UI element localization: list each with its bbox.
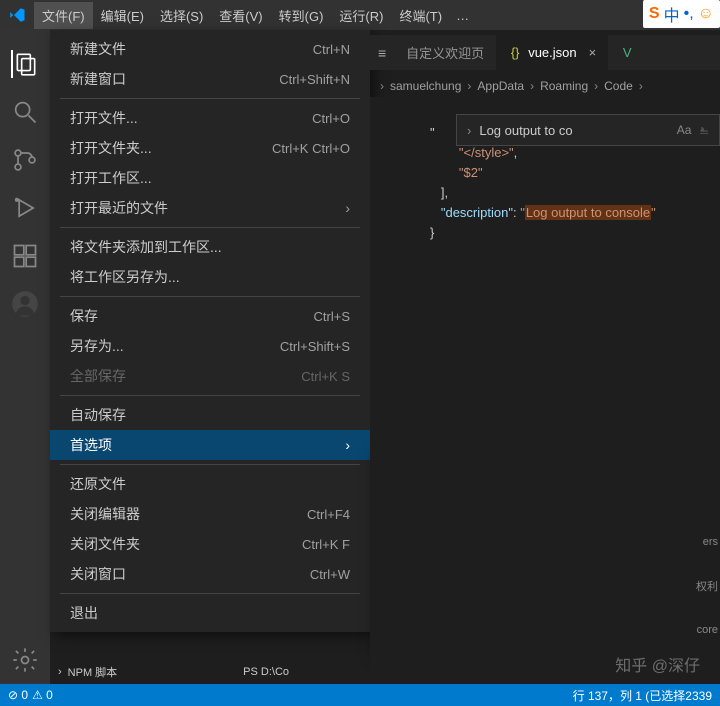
chevron-right-icon: › (345, 200, 350, 216)
menu-save-as[interactable]: 另存为...Ctrl+Shift+S (50, 331, 370, 361)
debug-icon[interactable] (11, 194, 39, 222)
menu-view[interactable]: 查看(V) (211, 2, 270, 29)
find-expand-icon[interactable]: › (463, 123, 475, 138)
menu-add-folder[interactable]: 将文件夹添加到工作区... (50, 232, 370, 262)
terminal-prompt: PS D:\Co (243, 666, 289, 678)
menu-file[interactable]: 文件(F) (34, 2, 93, 29)
tab-welcome[interactable]: 自定义欢迎页 (394, 35, 496, 70)
menu-new-file[interactable]: 新建文件Ctrl+N (50, 34, 370, 64)
vscode-logo (8, 6, 26, 24)
tab-vue[interactable]: V (608, 35, 646, 70)
menubar: 文件(F) 编辑(E) 选择(S) 查看(V) 转到(G) 运行(R) 终端(T… (34, 2, 450, 29)
side-text: ers 权利 core (696, 536, 720, 636)
ime-bar: S 中 •, ☺ (643, 0, 720, 28)
find-case-button[interactable]: Aa (673, 123, 696, 137)
chevron-right-icon: › (345, 437, 350, 453)
extensions-icon[interactable] (11, 242, 39, 270)
menu-new-window[interactable]: 新建窗口Ctrl+Shift+N (50, 64, 370, 94)
chevron-right-icon: › (463, 79, 475, 93)
menu-save-all[interactable]: 全部保存Ctrl+K S (50, 361, 370, 391)
status-bar: ⊘ 0 ⚠ 0 行 137，列 1 (已选择2339 (0, 684, 720, 706)
json-file-icon: {} (508, 45, 522, 60)
find-bar: › Log output to co Aa ⎁ (456, 114, 720, 146)
vue-file-icon: V (620, 45, 634, 60)
menu-separator (60, 395, 360, 396)
menu-edit[interactable]: 编辑(E) (93, 2, 152, 29)
menu-revert[interactable]: 还原文件 (50, 469, 370, 499)
explorer-icon[interactable] (11, 50, 39, 78)
activity-bar (0, 30, 50, 684)
menu-run[interactable]: 运行(R) (331, 2, 391, 29)
status-cursor-position[interactable]: 行 137，列 1 (已选择2339 (573, 687, 712, 704)
ime-smile-icon: ☺ (698, 5, 714, 23)
menu-preferences[interactable]: 首选项› (50, 430, 370, 460)
menu-select[interactable]: 选择(S) (152, 2, 211, 29)
menu-open-file[interactable]: 打开文件...Ctrl+O (50, 103, 370, 133)
chevron-right-icon: › (376, 79, 388, 93)
ime-dot-icon: •, (684, 5, 694, 23)
ime-s-icon: S (649, 5, 660, 23)
chevron-right-icon: › (58, 666, 62, 678)
menu-save-workspace-as[interactable]: 将工作区另存为... (50, 262, 370, 292)
watermark: 知乎 @深仔 (615, 652, 700, 676)
menu-open-workspace[interactable]: 打开工作区... (50, 163, 370, 193)
menu-open-recent[interactable]: 打开最近的文件› (50, 193, 370, 223)
menu-separator (60, 464, 360, 465)
menu-terminal[interactable]: 终端(T) (391, 2, 450, 29)
find-input[interactable]: Log output to co (475, 123, 672, 138)
source-control-icon[interactable] (11, 146, 39, 174)
search-icon[interactable] (11, 98, 39, 126)
menu-close-editor[interactable]: 关闭编辑器Ctrl+F4 (50, 499, 370, 529)
find-word-button[interactable]: ⎁ (695, 123, 713, 138)
menu-separator (60, 227, 360, 228)
tab-close-icon[interactable]: × (589, 45, 597, 60)
chevron-right-icon: › (635, 79, 647, 93)
file-menu-dropdown: 新建文件Ctrl+N 新建窗口Ctrl+Shift+N 打开文件...Ctrl+… (50, 30, 370, 632)
menu-close-window[interactable]: 关闭窗口Ctrl+W (50, 559, 370, 589)
tab-open-editors-icon[interactable]: ≡ (370, 45, 394, 61)
settings-gear-icon[interactable] (11, 646, 39, 674)
code-editor[interactable]: " "</style>", "$2" ], "description": "Lo… (370, 97, 720, 684)
editor-tabs: ≡ 自定义欢迎页 {}vue.json× V (370, 35, 720, 70)
status-errors[interactable]: ⊘ 0 (8, 688, 28, 702)
npm-scripts-section[interactable]: › NPM 脚本 PS D:\Co (58, 664, 289, 680)
menu-save[interactable]: 保存Ctrl+S (50, 301, 370, 331)
breadcrumb[interactable]: ›samuelchung ›AppData ›Roaming ›Code › (370, 75, 720, 97)
menu-separator (60, 296, 360, 297)
menu-separator (60, 593, 360, 594)
menu-auto-save[interactable]: 自动保存 (50, 400, 370, 430)
titlebar: 文件(F) 编辑(E) 选择(S) 查看(V) 转到(G) 运行(R) 终端(T… (0, 0, 720, 30)
menu-close-folder[interactable]: 关闭文件夹Ctrl+K F (50, 529, 370, 559)
status-warnings[interactable]: ⚠ 0 (32, 688, 53, 702)
menu-separator (60, 98, 360, 99)
menu-exit[interactable]: 退出 (50, 598, 370, 628)
chevron-right-icon: › (526, 79, 538, 93)
tab-vue-json[interactable]: {}vue.json× (496, 35, 608, 70)
ime-zhong-icon: 中 (664, 2, 680, 26)
menu-go[interactable]: 转到(G) (271, 2, 332, 29)
menu-more[interactable]: … (456, 8, 469, 23)
menu-open-folder[interactable]: 打开文件夹...Ctrl+K Ctrl+O (50, 133, 370, 163)
avatar-icon[interactable] (11, 290, 39, 318)
chevron-right-icon: › (590, 79, 602, 93)
